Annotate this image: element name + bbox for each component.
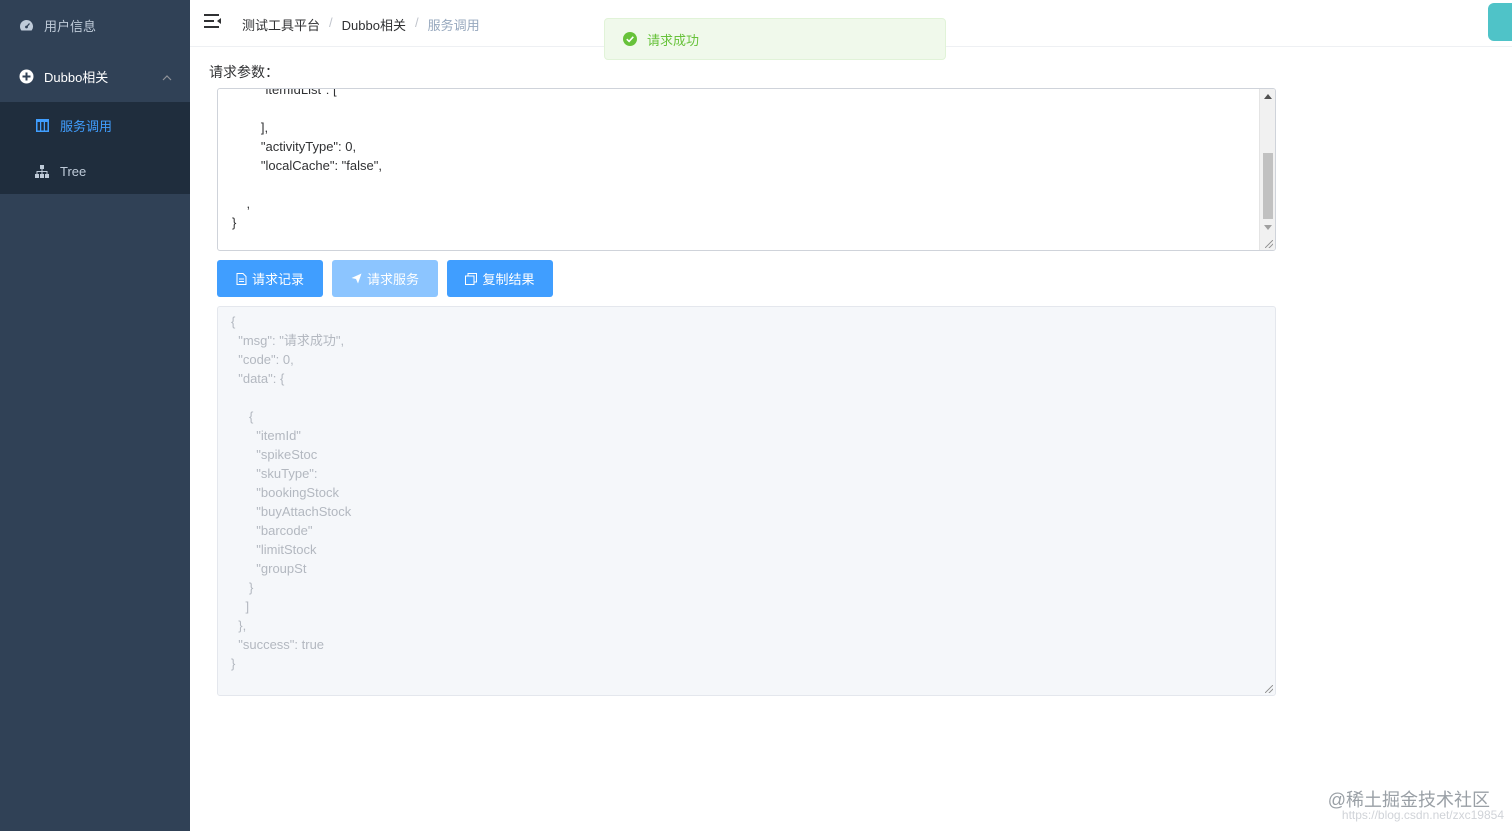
response-result-text: { "msg": "请求成功", "code": 0, "data": { { … [231,314,352,671]
sidebar-item-user-info[interactable]: 用户信息 [0,0,190,50]
breadcrumb-item-dubbo[interactable]: Dubbo相关 [342,15,406,34]
sidebar-item-label: Tree [60,163,87,179]
breadcrumb-separator: / [414,15,419,30]
sidebar-item-label: 服务调用 [60,118,113,134]
sidebar-item-label: 用户信息 [44,18,97,34]
watermark-url: https://blog.csdn.net/zxc19854 [1341,808,1504,822]
document-icon [236,272,247,285]
tree-icon [34,163,50,179]
resize-grip-icon[interactable] [1265,240,1273,248]
scroll-thumb[interactable] [1263,153,1273,219]
request-params-textarea[interactable]: "itemIdList": [ ], "activityType": 0, "l… [217,88,1276,251]
dashboard-icon [18,17,34,33]
request-params-text: "itemIdList": [ ], "activityType": 0, "l… [232,88,382,230]
breadcrumb-item-platform[interactable]: 测试工具平台 [242,15,320,34]
breadcrumb-item-current: 服务调用 [427,18,480,33]
hamburger-menu-icon[interactable] [204,13,222,31]
request-params-label: 请求参数： [209,64,279,80]
toast-message: 请求成功 [647,32,700,48]
request-service-button[interactable]: 请求服务 [332,260,438,297]
sidebar-item-service-call[interactable]: 服务调用 [0,102,190,148]
table-icon [34,117,50,133]
sidebar-submenu-dubbo: 服务调用 Tree [0,102,190,194]
check-circle-icon [623,32,637,46]
send-icon [351,273,362,284]
sidebar-item-dubbo[interactable]: Dubbo相关 [0,50,190,102]
breadcrumb-separator: / [329,15,333,30]
chevron-up-icon [162,69,172,84]
request-scrollbar[interactable] [1259,89,1275,250]
button-label: 复制结果 [482,272,535,287]
response-result-textarea[interactable]: { "msg": "请求成功", "code": 0, "data": { { … [217,306,1276,696]
sidebar-item-tree[interactable]: Tree [0,148,190,194]
breadcrumb: 测试工具平台 / Dubbo相关 / 服务调用 [242,15,480,34]
request-record-button[interactable]: 请求记录 [217,260,323,297]
button-label: 请求服务 [366,272,419,287]
scroll-up-arrow-icon[interactable] [1264,94,1272,99]
resize-grip-icon[interactable] [1265,685,1273,693]
circle-plus-icon [18,68,34,84]
settings-tab[interactable] [1488,3,1512,41]
copy-result-button[interactable]: 复制结果 [447,260,553,297]
sidebar: 用户信息 Dubbo相关 服务调用 Tree [0,0,190,831]
copy-icon [465,272,478,285]
success-toast: 请求成功 [604,18,946,60]
button-label: 请求记录 [251,272,304,287]
scroll-down-arrow-icon[interactable] [1264,225,1272,230]
sidebar-item-label: Dubbo相关 [44,69,109,85]
